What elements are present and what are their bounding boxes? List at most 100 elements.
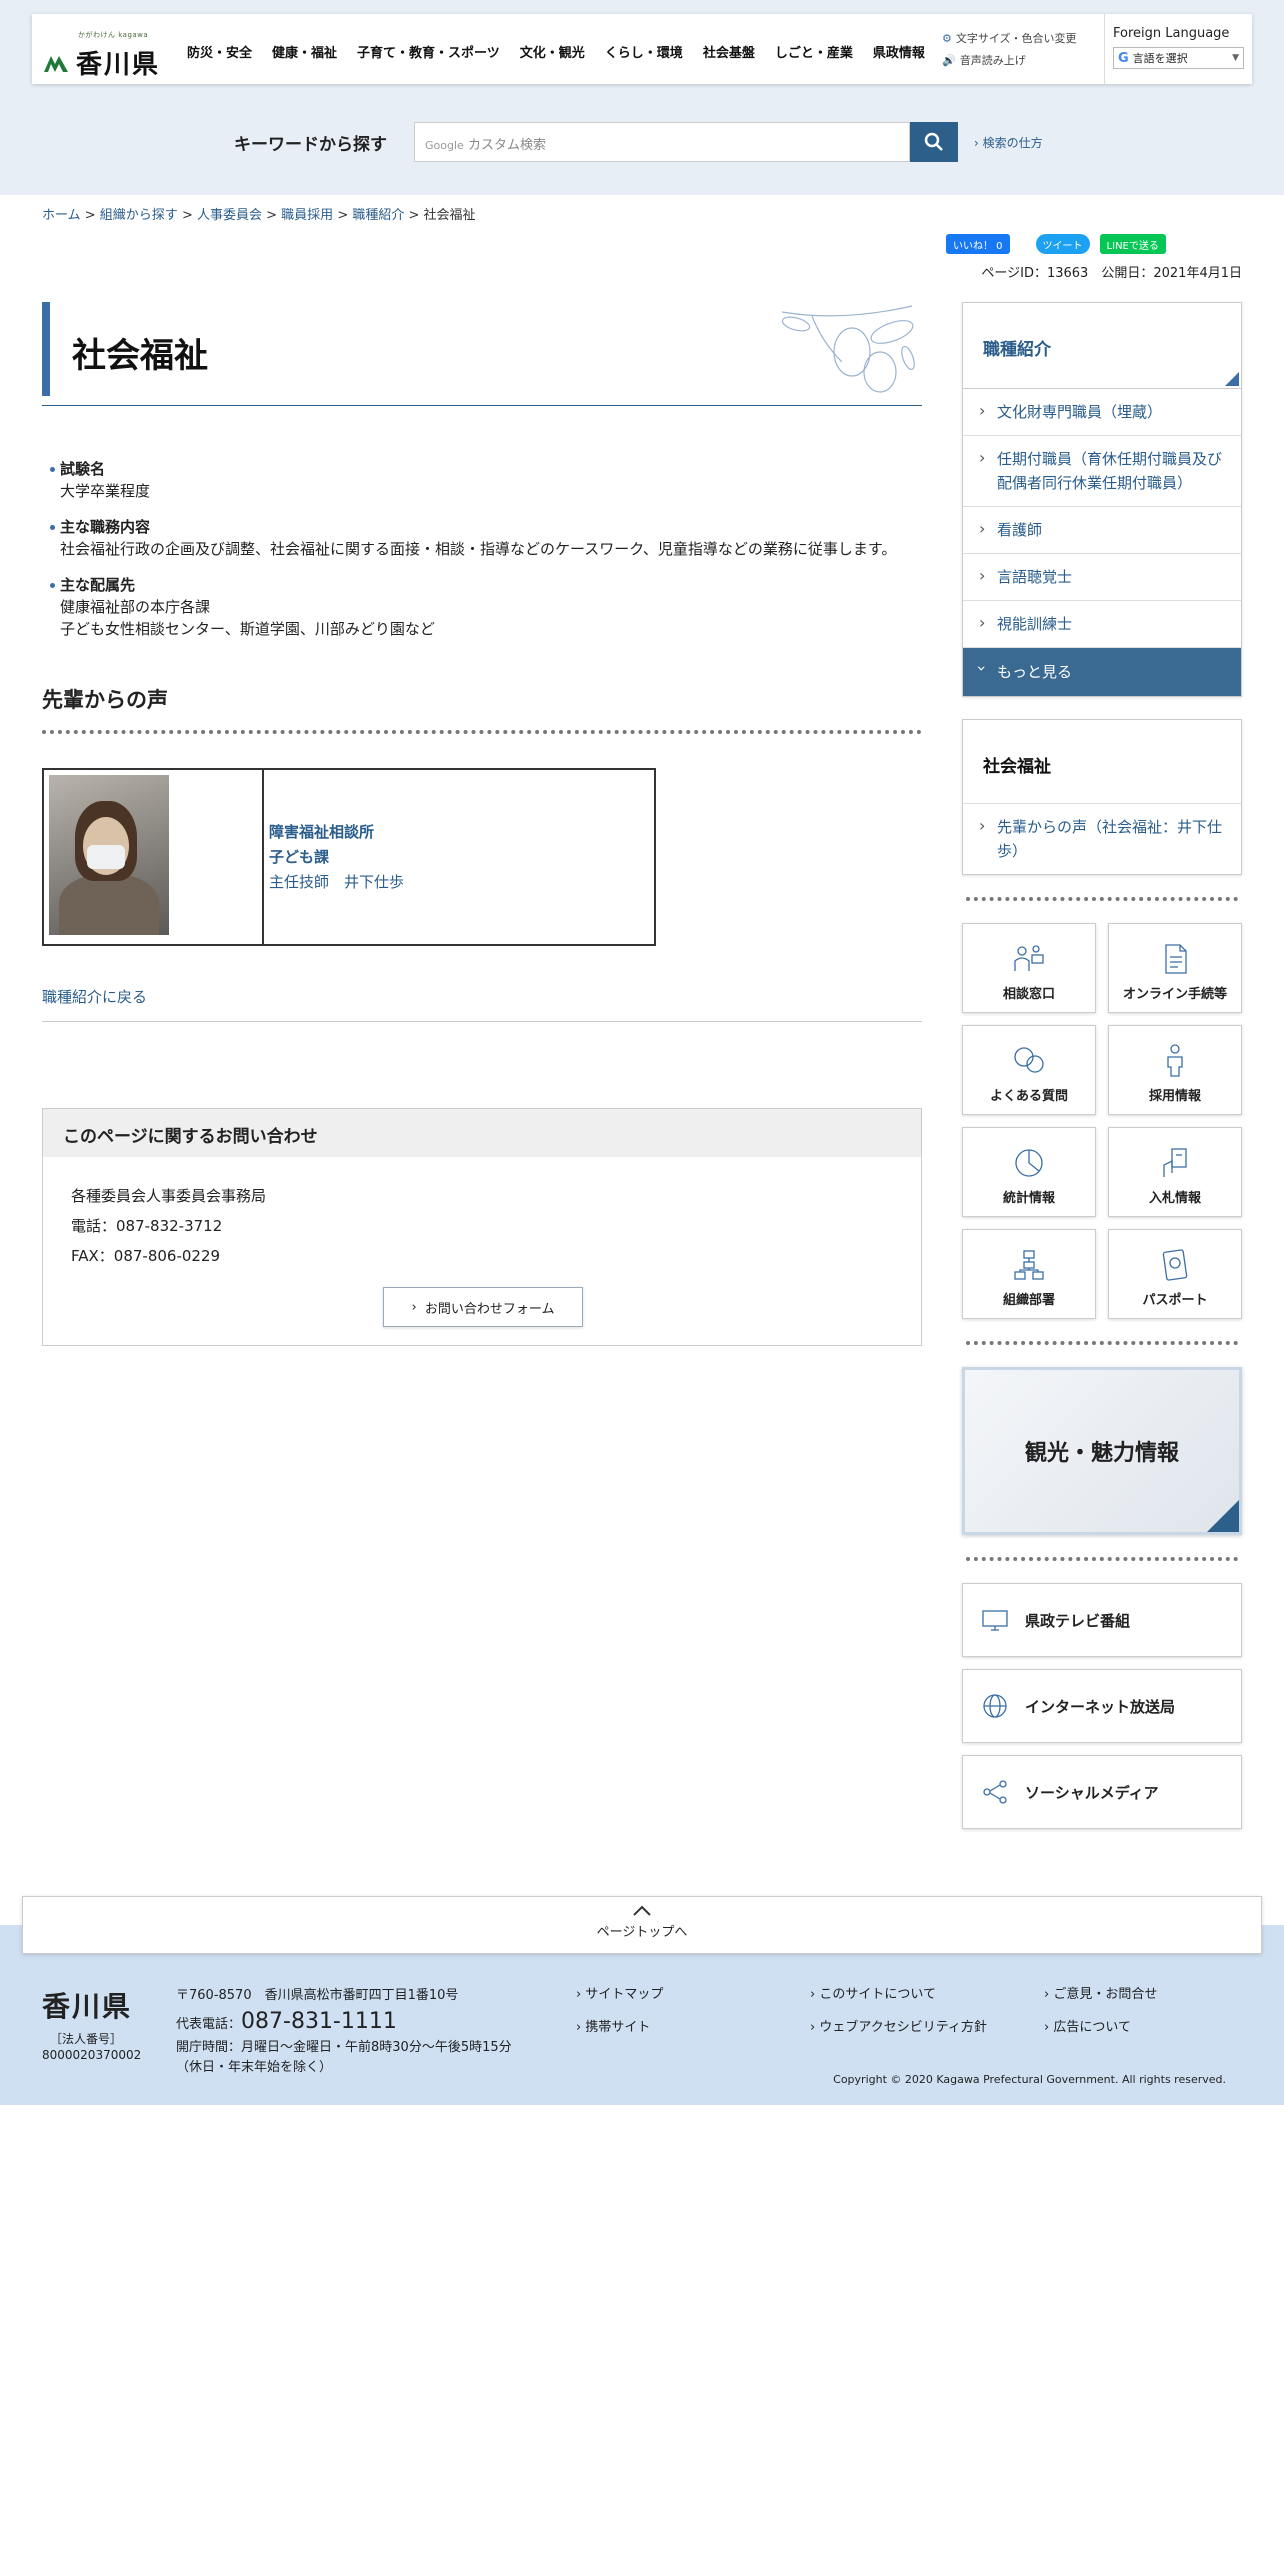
inquiry-form-button[interactable]: › お問い合わせフォーム	[383, 1287, 583, 1327]
detail-duties: 主な職務内容 社会福祉行政の企画及び調整、社会福祉に関する面接・相談・指導などの…	[42, 516, 922, 560]
breadcrumb-saiyou[interactable]: 職員採用	[281, 208, 333, 223]
footer-corp: ［法人番号］ 8000020370002	[42, 2032, 142, 2062]
back-to-list-link[interactable]: 職種紹介に戻る	[42, 988, 147, 1006]
sidebar: 職種紹介 文化財専門職員（埋蔵） 任期付職員（育休任期付職員及び配偶者同行休業任…	[962, 302, 1242, 1841]
breadcrumb-shokushu[interactable]: 職種紹介	[352, 208, 404, 223]
search-button[interactable]	[910, 122, 958, 162]
speech-bubbles-icon	[1014, 1047, 1044, 1073]
sidebar-item-ninkitsuki[interactable]: 任期付職員（育休任期付職員及び配偶者同行休業任期付職員）	[963, 436, 1241, 507]
detail-key: 主な配属先	[60, 576, 136, 594]
nav-item-kosodate[interactable]: 子育て・教育・スポーツ	[357, 42, 500, 61]
page-top-label: ページトップへ	[596, 1925, 688, 1940]
inquiry-org: 各種委員会人事委員会事務局	[71, 1187, 267, 1205]
kagawa-mark-icon	[44, 56, 68, 72]
quick-link-saiyou[interactable]: 採用情報	[1108, 1025, 1242, 1115]
footer-hours: 開庁時間：月曜日～金曜日・午前8時30分～午後5時15分	[176, 2040, 512, 2055]
back-row: 職種紹介に戻る	[42, 986, 922, 1022]
published-date: 公開日：2021年4月1日	[1101, 266, 1242, 281]
olive-branch-icon	[781, 305, 915, 393]
sidebar-sub-title: 社会福祉	[963, 720, 1241, 804]
breadcrumb-jinji[interactable]: 人事委員会	[197, 208, 262, 223]
sidebar-sub-item[interactable]: 先輩からの声（社会福祉：井下仕歩）	[963, 804, 1241, 874]
page-id: ページID：13663	[981, 266, 1089, 281]
detail-value: 大学卒業程度	[60, 482, 151, 500]
quick-links-grid: 相談窓口 オンライン手続等 よくある質問 採用情報 統計情報 入札情報 組織部署	[962, 923, 1242, 1319]
speaker-icon: 🔊	[942, 54, 956, 67]
language-select[interactable]: G 言語を選択 ▼	[1113, 47, 1244, 69]
link-tv-program[interactable]: 県政テレビ番組	[962, 1583, 1242, 1657]
quick-link-faq[interactable]: よくある質問	[962, 1025, 1096, 1115]
google-g-icon: G	[1118, 50, 1129, 66]
logo-subtitle: かがわけん kagawa	[78, 31, 149, 39]
sidebar-item-kangoshi[interactable]: 看護師	[963, 507, 1241, 554]
quick-link-soudan[interactable]: 相談窓口	[962, 923, 1096, 1013]
sidebar-title[interactable]: 職種紹介	[963, 303, 1241, 389]
nav-item-kurashi[interactable]: くらし・環境	[605, 42, 683, 61]
footer-link-mobile[interactable]: 携帯サイト	[576, 2016, 810, 2035]
passport-icon	[1162, 1249, 1188, 1281]
staff-photo	[49, 775, 169, 935]
inquiry-title: このページに関するお問い合わせ	[43, 1109, 921, 1157]
voice-tool[interactable]: 🔊 音声読み上げ	[942, 50, 1077, 72]
quick-link-toukei[interactable]: 統計情報	[962, 1127, 1096, 1217]
detail-assignment: 主な配属先 健康福祉部の本庁各課 子ども女性相談センター、斯道学園、川部みどり園…	[42, 574, 922, 640]
global-nav: 防災・安全 健康・福祉 子育て・教育・スポーツ 文化・観光 くらし・環境 社会基…	[187, 42, 925, 61]
voice-link-kodomo[interactable]: 子ども課	[269, 848, 329, 866]
search-placeholder: カスタム検索	[467, 138, 546, 153]
sidebar-item-bunkazai[interactable]: 文化財専門職員（埋蔵）	[963, 389, 1241, 436]
page-top-button[interactable]: ページトップへ	[22, 1896, 1262, 1954]
breadcrumb-current: 社会福祉	[423, 208, 476, 223]
detail-key: 主な職務内容	[60, 518, 151, 536]
link-internet-broadcast[interactable]: インターネット放送局	[962, 1669, 1242, 1743]
voice-link-staff[interactable]: 主任技師 井下仕歩	[269, 873, 404, 891]
copyright: Copyright © 2020 Kagawa Prefectural Gove…	[833, 2073, 1226, 2086]
share-icon	[983, 1780, 1007, 1804]
globe-icon	[983, 1694, 1007, 1718]
sidebar-more-button[interactable]: もっと見る	[963, 648, 1241, 696]
footer-tel: 代表電話：087-831-1111	[176, 2009, 397, 2034]
detail-value: 健康福祉部の本庁各課 子ども女性相談センター、斯道学園、川部みどり園など	[60, 598, 435, 638]
tourism-banner[interactable]: 観光・魅力情報	[962, 1367, 1242, 1535]
chevron-down-icon: ▼	[1232, 53, 1239, 63]
inquiry-body: 各種委員会人事委員会事務局 電話：087-832-3712 FAX：087-80…	[43, 1157, 921, 1295]
voice-link-shougai[interactable]: 障害福祉相談所	[269, 823, 374, 841]
site-header: かがわけん kagawa 香川県 防災・安全 健康・福祉 子育て・教育・スポーツ…	[32, 14, 1252, 84]
search-input[interactable]: Google カスタム検索	[414, 122, 910, 162]
footer-link-contact[interactable]: ご意見・お問合せ	[1044, 1983, 1244, 2002]
quick-link-nyusatsu[interactable]: 入札情報	[1108, 1127, 1242, 1217]
font-color-tool[interactable]: ⚙ 文字サイズ・色合い変更	[942, 28, 1077, 50]
line-button[interactable]: LINEで送る	[1099, 234, 1166, 254]
breadcrumb-org[interactable]: 組織から探す	[100, 208, 178, 223]
corner-triangle-icon	[1225, 372, 1239, 386]
person-icon	[1167, 1044, 1183, 1077]
sidebar-item-gengo[interactable]: 言語聴覚士	[963, 554, 1241, 601]
nav-item-shakai[interactable]: 社会基盤	[703, 42, 755, 61]
site-search: キーワードから探す Google カスタム検索 › 検索の仕方	[234, 122, 1114, 162]
footer-link-accessibility[interactable]: ウェブアクセシビリティ方針	[810, 2016, 1044, 2035]
sidebar-submenu: 社会福祉 先輩からの声（社会福祉：井下仕歩）	[962, 719, 1242, 875]
nav-item-shigoto[interactable]: しごと・産業	[775, 42, 853, 61]
nav-item-bunka[interactable]: 文化・観光	[520, 42, 585, 61]
quick-link-passport[interactable]: パスポート	[1108, 1229, 1242, 1319]
footer-link-ads[interactable]: 広告について	[1044, 2016, 1244, 2035]
footer-link-sitemap[interactable]: サイトマップ	[576, 1983, 810, 2002]
voice-table: 障害福祉相談所 子ども課 主任技師 井下仕歩	[42, 768, 656, 946]
nav-item-kenkou[interactable]: 健康・福祉	[272, 42, 337, 61]
search-howto-link[interactable]: › 検索の仕方	[974, 134, 1043, 151]
sidebar-item-shinou[interactable]: 視能訓練士	[963, 601, 1241, 648]
tweet-button[interactable]: ツイート	[1035, 234, 1090, 254]
nav-item-bousai[interactable]: 防災・安全	[187, 42, 252, 61]
nav-item-kensei[interactable]: 県政情報	[873, 42, 925, 61]
divider	[966, 897, 1238, 901]
breadcrumb-home[interactable]: ホーム	[42, 208, 81, 223]
quick-link-online[interactable]: オンライン手続等	[1108, 923, 1242, 1013]
quick-link-soshiki[interactable]: 組織部署	[962, 1229, 1096, 1319]
facebook-like-button[interactable]: いいね！ 0	[946, 234, 1010, 254]
site-logo[interactable]: かがわけん kagawa 香川県	[42, 30, 162, 80]
link-social-media[interactable]: ソーシャルメディア	[962, 1755, 1242, 1829]
footer-name: 香川県	[42, 1990, 133, 2023]
main-content: 社会福祉 試験名 大学卒業程度 主な職務内容 社会福祉行政の企画及び調整、社会福…	[42, 302, 922, 1346]
language-title: Foreign Language	[1113, 26, 1230, 41]
corner-triangle-icon	[1207, 1500, 1239, 1532]
footer-link-about[interactable]: このサイトについて	[810, 1983, 1044, 2002]
